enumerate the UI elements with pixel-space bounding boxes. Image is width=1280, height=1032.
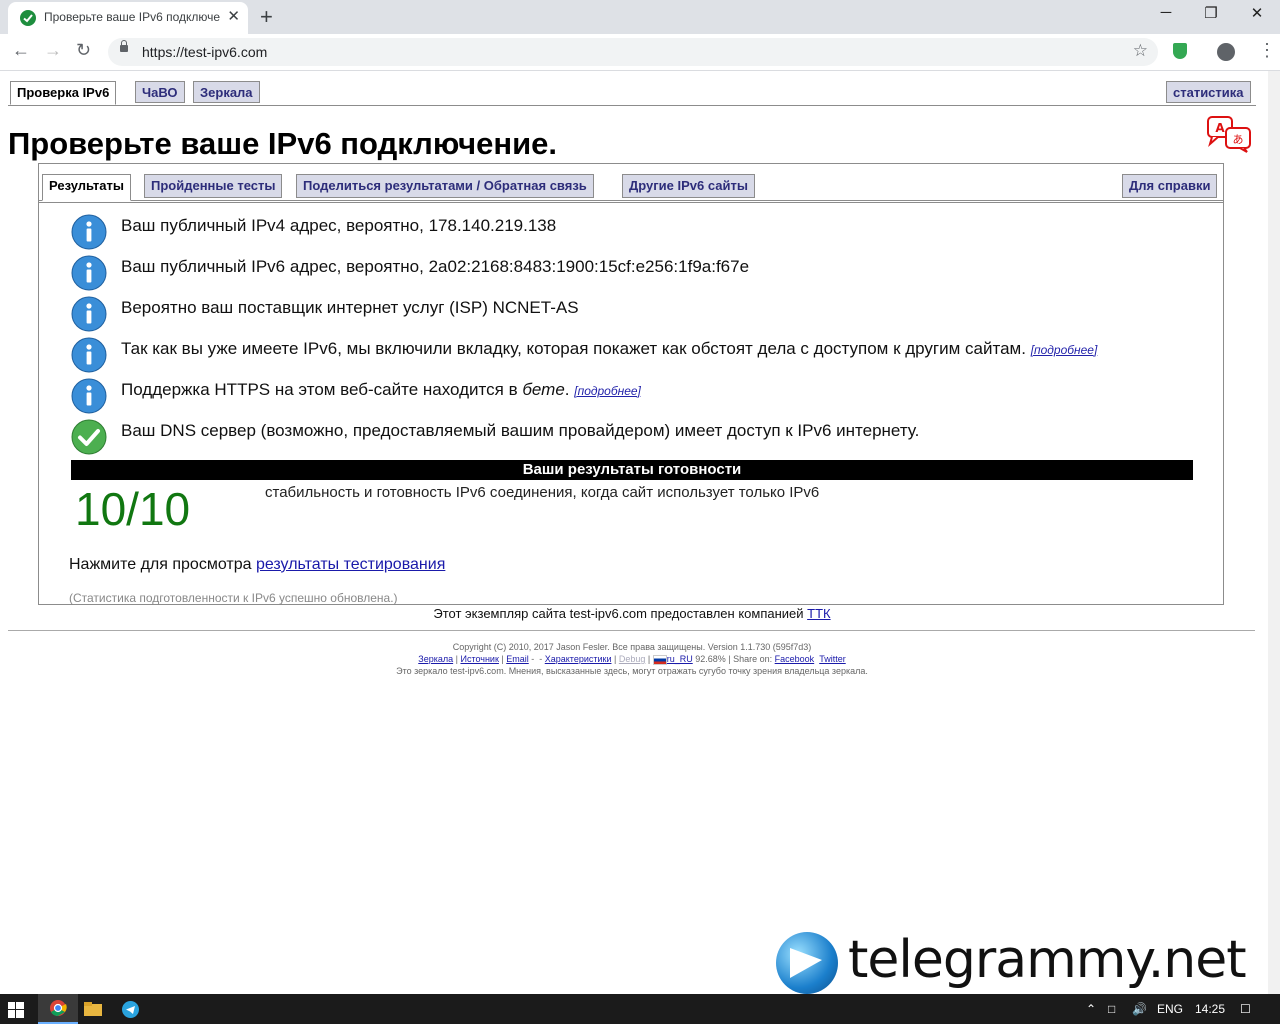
bookmark-star-icon[interactable]: ☆ [1133,41,1148,61]
address-bar-url[interactable]: https://test-ipv6.com [142,44,267,60]
result-text: Ваш публичный IPv4 адрес, вероятно, 178.… [121,216,557,235]
close-tab-icon[interactable]: ✕ [227,7,240,25]
footer-link-mirrors[interactable]: Зеркала [418,654,453,664]
tab-help[interactable]: Для справки [1122,174,1218,198]
info-icon [71,378,107,414]
tab-other-ipv6-sites[interactable]: Другие IPv6 сайты [622,174,755,198]
volume-icon[interactable]: 🔊 [1132,1002,1147,1016]
browser-tab-title: Проверьте ваше IPv6 подключе [44,10,221,24]
result-text: Ваш публичный IPv6 адрес, вероятно, 2a02… [121,257,750,276]
view-results-prefix: Нажмите для просмотра [69,556,256,573]
tab-ipv6-check[interactable]: Проверка IPv6 [10,81,117,105]
tab-statistics[interactable]: статистика [1166,81,1251,103]
view-results-link[interactable]: результаты тестирования [256,556,445,573]
more-link[interactable]: [подробнее] [1031,343,1098,357]
vertical-scrollbar[interactable] [1268,71,1280,994]
provided-by: Этот экземпляр сайта test-ipv6.com предо… [0,606,1264,621]
watermark: telegrammy.net [776,930,1270,996]
tray-chevron-icon[interactable]: ⌃ [1086,1002,1096,1016]
footer-share-label: Share on: [733,654,773,664]
result-text-wrapper: Так как вы уже имеете IPv6, мы включили … [121,339,1097,359]
info-icon [71,255,107,291]
footer-copyright: Copyright (C) 2010, 2017 Jason Fesler. В… [452,642,812,652]
footer-links: Зеркала | Источник | Email - - Характери… [418,654,846,665]
browser-tab[interactable]: Проверьте ваше IPv6 подключе ✕ [8,2,248,34]
svg-text:A: A [1215,121,1225,135]
footer-link-locale[interactable]: ru_RU [667,654,693,664]
notifications-icon[interactable]: ☐ [1240,1002,1251,1016]
file-explorer-icon[interactable] [84,1002,102,1032]
readiness-description: стабильность и готовность IPv6 соединени… [265,484,820,501]
flag-icon [652,654,667,665]
result-text-emphasis: бете [522,380,565,399]
footer-locale-percent: 92.68% [695,654,726,664]
result-text-end: . [564,380,570,399]
address-bar[interactable]: https://test-ipv6.com ☆ [108,38,1158,66]
translate-icon[interactable]: A あ [1206,115,1254,158]
maximize-button[interactable]: ❐ [1191,4,1231,22]
close-window-button[interactable]: ✕ [1237,4,1277,22]
tab-tests-run[interactable]: Пройденные тесты [144,174,283,198]
tab-share-feedback[interactable]: Поделиться результатами / Обратная связь [296,174,594,198]
tab-results[interactable]: Результаты [42,174,131,201]
result-text: Вероятно ваш поставщик интернет услуг (I… [121,298,579,317]
page-content: Проверка IPv6 ЧаВО Зеркала статистика Пр… [0,71,1268,994]
footer-disclaimer: Это зеркало test-ipv6.com. Мнения, выска… [396,666,868,676]
footer-divider [8,630,1255,631]
page-title: Проверьте ваше IPv6 подключение. [8,126,557,161]
taskbar: ⌃ □ 🔊 ENG 14:25 ☐ [0,994,1280,1024]
browser-tabstrip: Проверьте ваше IPv6 подключе ✕ + ─ ❐ ✕ [0,0,1280,34]
new-tab-button[interactable]: + [260,4,273,30]
footer-link-email[interactable]: Email [506,654,529,664]
tab-faq[interactable]: ЧаВО [135,81,185,103]
telegram-globe-icon [776,932,838,994]
svg-text:あ: あ [1233,133,1244,146]
readiness-score: 10/10 [75,483,191,535]
reload-icon[interactable]: ↻ [76,40,91,61]
check-icon [71,419,107,455]
results-panel: Результаты Пройденные тесты Поделиться р… [38,163,1224,605]
info-icon [71,337,107,373]
footer-link-source[interactable]: Источник [460,654,498,664]
check-favicon-icon [20,10,36,26]
result-text: Так как вы уже имеете IPv6, мы включили … [121,339,1026,358]
result-text: Ваш DNS сервер (возможно, предоставляемы… [121,421,920,440]
info-icon [71,296,107,332]
provided-by-text: Этот экземпляр сайта test-ipv6.com предо… [433,606,808,621]
footer-link-specs[interactable]: Характеристики [545,654,612,664]
info-icon [71,214,107,250]
shield-extension-icon[interactable] [1173,43,1187,59]
stats-updated-note: (Статистика подготовленности к IPv6 успе… [69,591,398,605]
minimize-button[interactable]: ─ [1146,4,1186,21]
share-twitter-link[interactable]: Twitter [819,654,846,664]
chrome-taskbar-icon[interactable] [38,994,78,1024]
profile-avatar-icon[interactable] [1217,43,1235,61]
tabs-divider [39,202,1223,203]
clock[interactable]: 14:25 [1195,1002,1225,1016]
tab-mirrors[interactable]: Зеркала [193,81,260,103]
windows-start-icon[interactable] [8,1002,24,1032]
result-text-wrapper: Поддержка HTTPS на этом веб-сайте находи… [121,380,641,400]
top-nav-tabs: Проверка IPv6 ЧаВО Зеркала статистика [8,81,1256,106]
menu-kebab-icon[interactable]: ⋮ [1258,40,1276,61]
browser-toolbar: ← → ↻ https://test-ipv6.com ☆ ⋮ [0,34,1280,71]
result-text: Поддержка HTTPS на этом веб-сайте находи… [121,380,523,399]
lock-icon [120,40,128,52]
telegram-taskbar-icon[interactable] [122,1001,139,1031]
more-link[interactable]: [подробнее] [574,384,641,398]
inner-tabs: Результаты Пройденные тесты Поделиться р… [39,174,1223,201]
provider-link[interactable]: ТТК [807,606,830,621]
back-arrow-icon[interactable]: ← [12,40,30,61]
forward-arrow-icon[interactable]: → [44,40,62,61]
share-facebook-link[interactable]: Facebook [775,654,815,664]
language-indicator[interactable]: ENG [1157,1002,1183,1016]
watermark-text: telegrammy.net [848,930,1247,990]
footer-link-debug[interactable]: Debug [619,654,646,664]
readiness-header: Ваши результаты готовности [71,460,1193,480]
network-icon[interactable]: □ [1108,1002,1115,1016]
view-results-line: Нажмите для просмотра результаты тестиро… [69,556,445,574]
